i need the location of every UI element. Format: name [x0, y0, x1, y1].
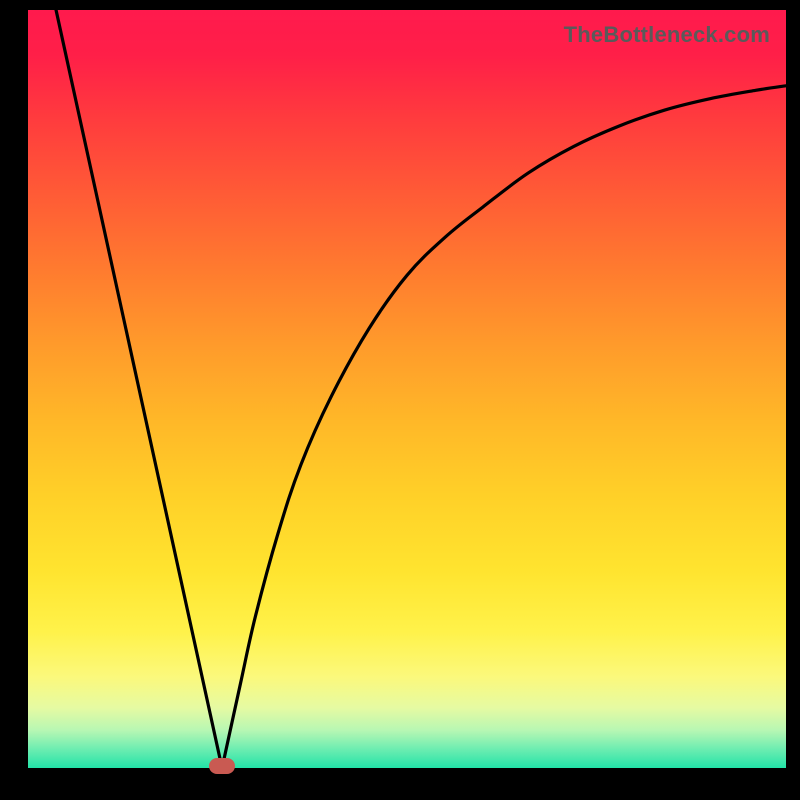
- curve-path: [56, 10, 786, 768]
- chart-frame: TheBottleneck.com: [0, 0, 800, 800]
- minimum-marker: [209, 758, 235, 774]
- plot-area: TheBottleneck.com: [28, 10, 786, 768]
- bottleneck-curve: [28, 10, 786, 768]
